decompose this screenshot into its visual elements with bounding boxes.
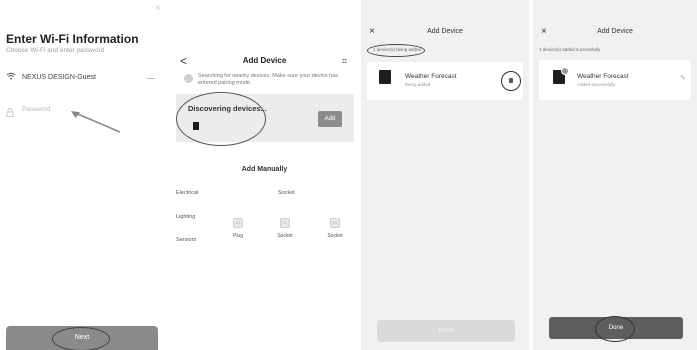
category-lighting[interactable]: Lighting (176, 214, 195, 220)
password-field[interactable]: Password (22, 106, 51, 113)
weather-device-icon (379, 70, 391, 84)
page-title: Add Device (427, 28, 463, 35)
device-status: Being added (405, 82, 431, 87)
add-button[interactable]: Add (318, 111, 342, 127)
page-title: Enter Wi-Fi Information (6, 32, 139, 46)
annotation-circle (367, 44, 425, 57)
lock-icon (6, 104, 14, 117)
device-label-socket: Socket (277, 233, 293, 239)
page-title: Add Device (242, 56, 287, 65)
adding-device-screen: × Add Device 1 device(s) being added Wea… (361, 0, 529, 350)
socket-icon[interactable]: ⁞ ⁞ (280, 218, 290, 228)
add-device-screen: < Add Device ⌗ Searching for nearby devi… (172, 0, 357, 350)
device-label-plug: Plug (232, 233, 243, 239)
device-added-screen: × Add Device 1 device(s) added successfu… (533, 0, 697, 350)
device-name: Weather Forecast (405, 73, 457, 80)
device-name: Weather Forecast (577, 73, 629, 80)
category-sensors[interactable]: Sensors (176, 237, 196, 243)
status-text: 1 device(s) added successfully (539, 47, 601, 52)
category-electrical[interactable]: Electrical (176, 190, 198, 196)
annotation-circle (176, 92, 266, 146)
socket-header: Socket (278, 190, 295, 196)
wifi-icon (6, 72, 16, 82)
annotation-arrow (71, 111, 121, 133)
searching-icon (184, 74, 193, 83)
page-title: Add Device (597, 28, 633, 35)
add-manually-title: Add Manually (241, 166, 288, 173)
scan-icon[interactable]: ⌗ (342, 56, 347, 67)
done-button[interactable]: Done (377, 320, 515, 342)
wifi-ssid[interactable]: NEXUS DESIGN-Guest (22, 74, 96, 81)
plug-icon[interactable]: ⁞ ⁞ (233, 218, 243, 228)
wifi-screen: × Enter Wi-Fi Information Choose Wi-Fi a… (0, 0, 168, 350)
annotation-circle (52, 327, 110, 350)
edit-icon[interactable]: ✎ (680, 74, 686, 82)
close-icon[interactable]: × (155, 3, 161, 14)
device-label-socket: Socket (327, 233, 343, 239)
socket-icon[interactable]: ⁞ ⁞ (330, 218, 340, 228)
wifi-switch-icon[interactable] (147, 78, 155, 79)
searching-text: Searching for nearby devices. Make sure … (198, 73, 339, 86)
annotation-circle (595, 316, 635, 342)
device-status: Added successfully (577, 82, 616, 87)
progress-dot (509, 78, 513, 83)
page-subtitle: Choose Wi-Fi and enter password (6, 47, 105, 54)
check-badge-icon (561, 67, 569, 75)
